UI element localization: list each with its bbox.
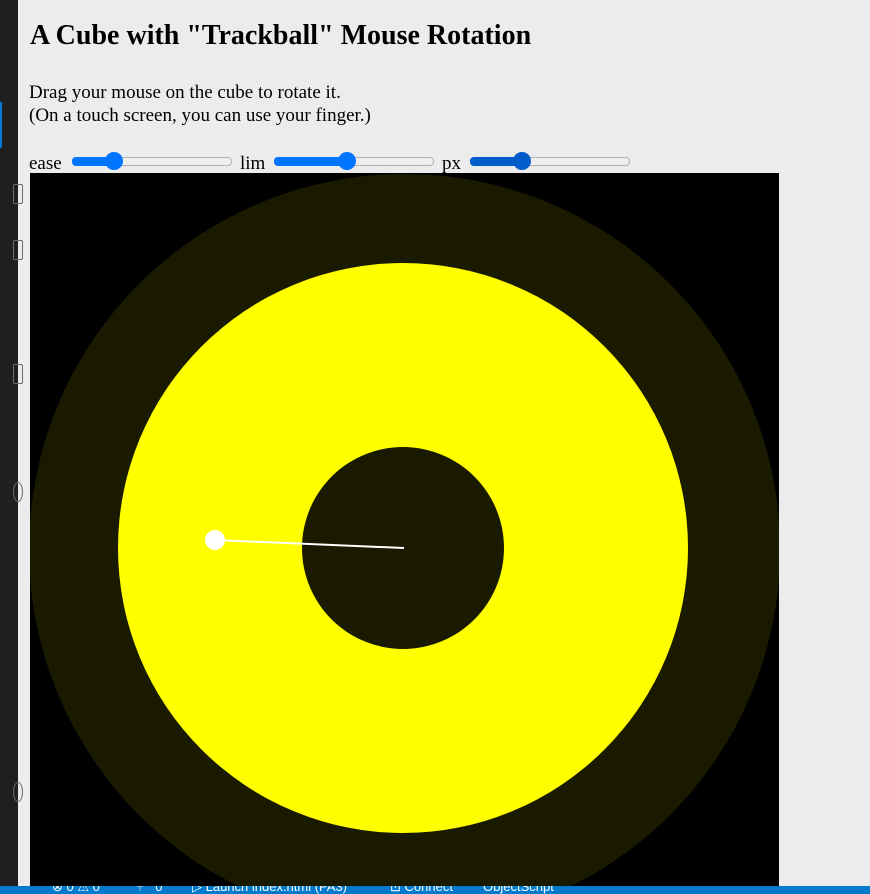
rotation-handle[interactable] — [205, 530, 225, 550]
lim-label: lim — [240, 153, 266, 174]
editor-activity-bar — [0, 0, 23, 886]
run-icon[interactable] — [13, 364, 23, 384]
rotation-vector — [214, 539, 405, 549]
slider-thumb[interactable] — [338, 152, 356, 170]
extensions-icon[interactable] — [13, 240, 23, 260]
trackball-canvas[interactable] — [30, 173, 779, 886]
rotation-vector-line — [214, 539, 405, 549]
slider-thumb[interactable] — [105, 152, 123, 170]
slider-fill — [274, 157, 347, 166]
lim-slider[interactable] — [274, 151, 434, 170]
ease-label: ease — [29, 153, 62, 174]
ease-slider[interactable] — [72, 151, 232, 170]
explorer-icon[interactable] — [13, 184, 23, 204]
instruction-line: Drag your mouse on the cube to rotate it… — [29, 82, 341, 103]
editor-status-bar: ⊗ 0 ⚠ 0 ⑂⁰ 0 ▷ Launch index.html (PA3) ⊡… — [0, 886, 870, 894]
px-label: px — [442, 153, 461, 174]
instruction-line: (On a touch screen, you can use your fin… — [29, 105, 371, 126]
settings-gear-icon[interactable] — [13, 782, 23, 802]
slider-thumb[interactable] — [513, 152, 531, 170]
problems-indicator[interactable]: ⊗ 0 ⚠ 0 — [52, 886, 100, 894]
connect-status[interactable]: ⊡ Connect — [390, 886, 453, 894]
ports-indicator[interactable]: ⑂⁰ 0 — [136, 886, 162, 894]
instructions: Drag your mouse on the cube to rotate it… — [29, 81, 371, 127]
language-mode[interactable]: ObjectScript — [483, 886, 554, 894]
account-icon[interactable] — [13, 482, 23, 502]
launch-config[interactable]: ▷ Launch index.html (PA3) — [192, 886, 347, 894]
px-slider[interactable] — [470, 151, 630, 170]
page-title: A Cube with "Trackball" Mouse Rotation — [30, 20, 532, 51]
active-indicator — [0, 102, 2, 148]
